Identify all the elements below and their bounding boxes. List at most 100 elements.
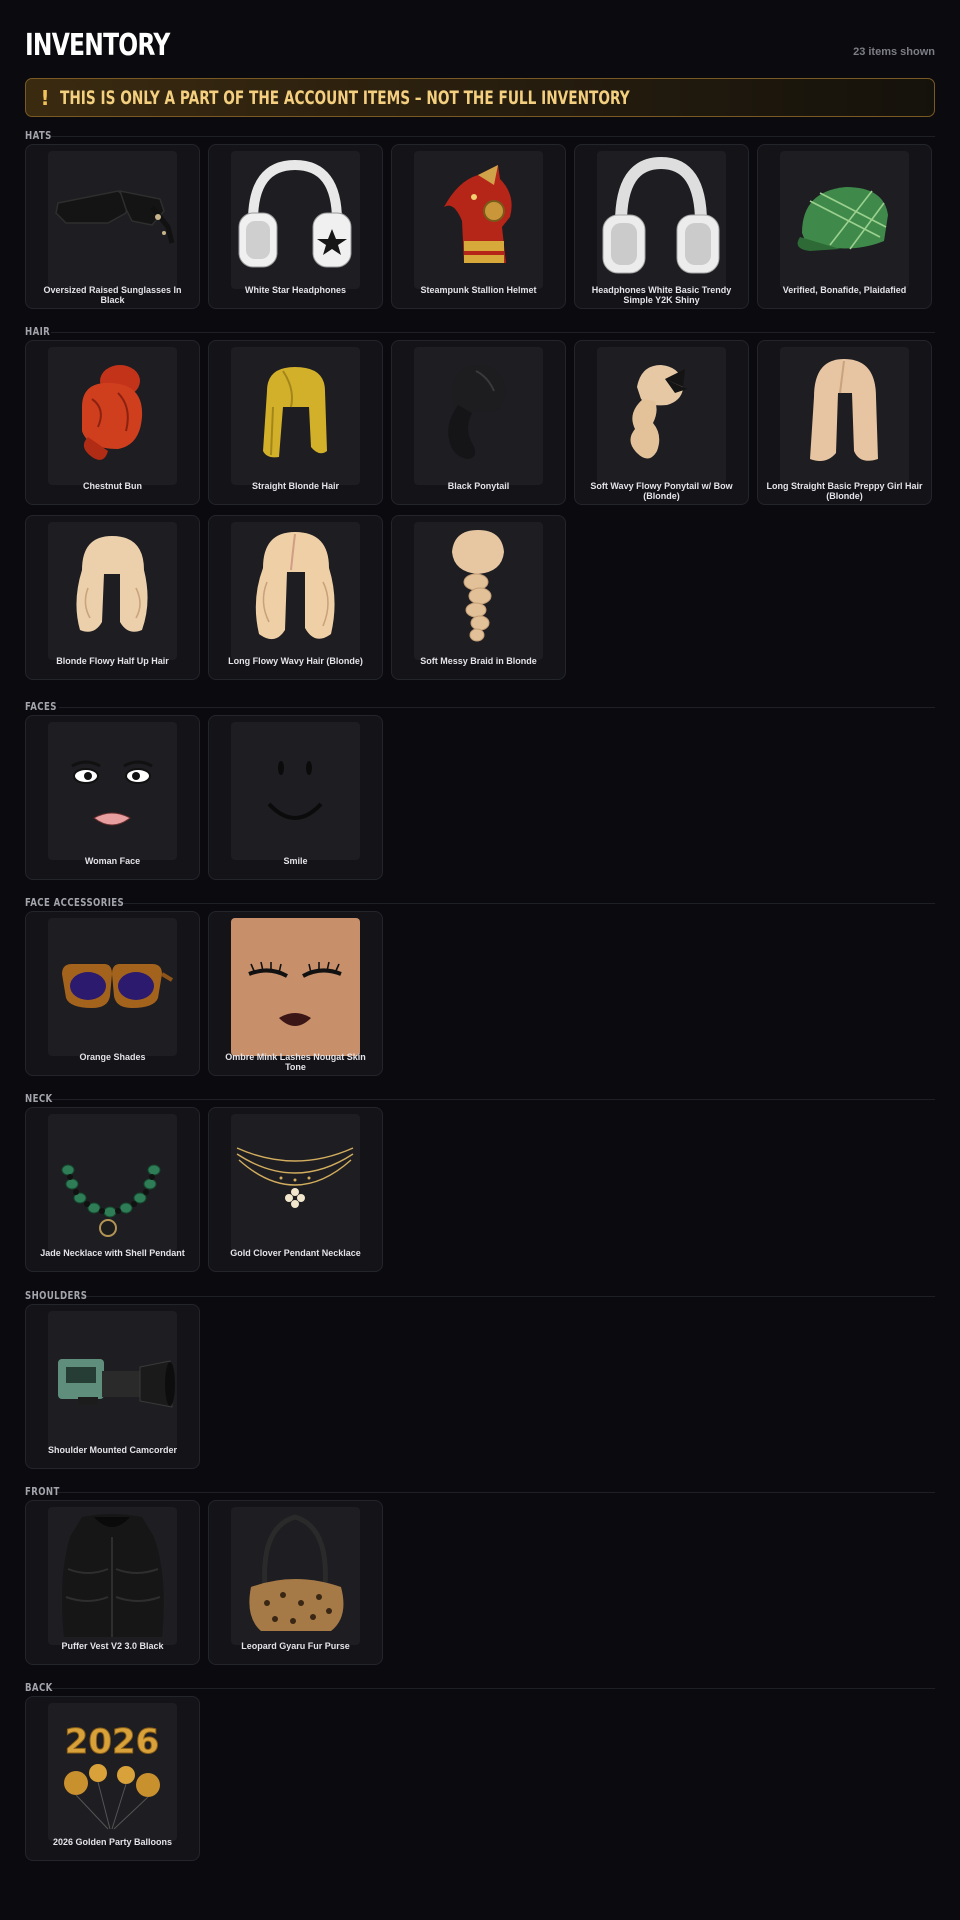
item-name: Soft Wavy Flowy Ponytail w/ Bow (Blonde) xyxy=(590,481,733,501)
item-name: 2026 Golden Party Balloons xyxy=(52,1837,173,1847)
section-divider xyxy=(25,1296,935,1297)
item-name: White Star Headphones xyxy=(244,285,346,295)
item-name: Chestnut Bun xyxy=(83,481,142,491)
item-name: Long Flowy Wavy Hair (Blonde) xyxy=(228,656,363,666)
section-divider xyxy=(25,136,935,137)
page-header: INVENTORY 23 items shown xyxy=(25,0,935,74)
section-title: SHOULDERS xyxy=(25,1289,88,1302)
half-up-hair-icon xyxy=(48,522,177,660)
item-name: Jade Necklace with Shell Pendant xyxy=(40,1248,185,1258)
wavy-hair-icon xyxy=(231,522,360,660)
plaid-cap-icon xyxy=(780,151,909,289)
sunglasses-icon xyxy=(48,151,177,289)
section-header: FRONT xyxy=(25,1484,935,1500)
ponytail-icon xyxy=(414,347,543,485)
item-name: Gold Clover Pendant Necklace xyxy=(230,1248,361,1258)
item-name: Puffer Vest V2 3.0 Black xyxy=(61,1641,164,1651)
section-hats: HATS Oversized Raised Sunglasses In Black… xyxy=(25,128,935,309)
item-card[interactable]: Straight Blonde Hair xyxy=(208,340,383,505)
item-card[interactable]: Blonde Flowy Half Up Hair xyxy=(25,515,200,680)
item-card[interactable]: Woman Face xyxy=(25,715,200,880)
section-title: HAIR xyxy=(25,325,51,338)
warning-banner: ! THIS IS ONLY A PART OF THE ACCOUNT ITE… xyxy=(25,78,935,117)
warning-text: THIS IS ONLY A PART OF THE ACCOUNT ITEMS… xyxy=(60,86,630,109)
item-card[interactable]: Black Ponytail xyxy=(391,340,566,505)
item-card[interactable]: Soft Messy Braid in Blonde xyxy=(391,515,566,680)
section-divider xyxy=(25,1099,935,1100)
section-divider xyxy=(25,332,935,333)
item-name: Steampunk Stallion Helmet xyxy=(420,285,537,295)
item-card[interactable]: Smile xyxy=(208,715,383,880)
item-card[interactable]: Steampunk Stallion Helmet xyxy=(391,144,566,309)
clover-necklace-icon xyxy=(231,1114,360,1252)
bun-hair-icon xyxy=(48,347,177,485)
svg-text:2026: 2026 xyxy=(65,1722,160,1762)
item-card[interactable]: Headphones White Basic Trendy Simple Y2K… xyxy=(574,144,749,309)
section-back: BACK 2026 2026 Golden Party Balloons xyxy=(25,1680,935,1861)
smile-face-icon xyxy=(231,722,360,860)
page-title: INVENTORY xyxy=(25,28,170,63)
section-header: FACES xyxy=(25,699,935,715)
item-card[interactable]: Oversized Raised Sunglasses In Black xyxy=(25,144,200,309)
section-face-accessories: FACE ACCESSORIES Orange Shades Ombre Mink … xyxy=(25,895,935,1076)
item-card[interactable]: Chestnut Bun xyxy=(25,340,200,505)
item-card[interactable]: 2026 2026 Golden Party Balloons xyxy=(25,1696,200,1861)
section-header: BACK xyxy=(25,1680,935,1696)
item-name: Blonde Flowy Half Up Hair xyxy=(56,656,169,666)
balloons-icon: 2026 xyxy=(48,1703,177,1841)
item-card[interactable]: Gold Clover Pendant Necklace xyxy=(208,1107,383,1272)
item-name: Long Straight Basic Preppy Girl Hair (Bl… xyxy=(766,481,923,501)
section-header: FACE ACCESSORIES xyxy=(25,895,935,911)
straight-hair-icon xyxy=(231,347,360,485)
item-name: Soft Messy Braid in Blonde xyxy=(420,656,537,666)
leopard-purse-icon xyxy=(231,1507,360,1645)
section-divider xyxy=(25,1492,935,1493)
headphones-icon xyxy=(597,151,726,289)
items-count: 23 items shown xyxy=(853,46,935,58)
section-hair: HAIR Chestnut Bun Straight Blonde Hair Blac… xyxy=(25,324,935,680)
jade-necklace-icon xyxy=(48,1114,177,1252)
item-name: Shoulder Mounted Camcorder xyxy=(47,1445,177,1455)
section-header: NECK xyxy=(25,1091,935,1107)
camcorder-icon xyxy=(48,1311,177,1449)
item-card[interactable]: Leopard Gyaru Fur Purse xyxy=(208,1500,383,1665)
section-front: FRONT Puffer Vest V2 3.0 Black Leopard Gya… xyxy=(25,1484,935,1665)
section-divider xyxy=(25,1688,935,1689)
item-card[interactable]: Ombre Mink Lashes Nougat Skin Tone xyxy=(208,911,383,1076)
woman-face-icon xyxy=(48,722,177,860)
item-card[interactable]: Long Straight Basic Preppy Girl Hair (Bl… xyxy=(757,340,932,505)
section-header: HATS xyxy=(25,128,935,144)
puffer-vest-icon xyxy=(48,1507,177,1645)
orange-shades-icon xyxy=(48,918,177,1056)
section-title: FACE ACCESSORIES xyxy=(25,896,125,909)
item-name: Black Ponytail xyxy=(447,481,510,491)
item-name: Straight Blonde Hair xyxy=(251,481,339,491)
item-name: Orange Shades xyxy=(79,1052,146,1062)
item-card[interactable]: Jade Necklace with Shell Pendant xyxy=(25,1107,200,1272)
exclamation-icon: ! xyxy=(40,85,50,110)
section-title: BACK xyxy=(25,1681,53,1694)
item-card[interactable]: Puffer Vest V2 3.0 Black xyxy=(25,1500,200,1665)
item-name: Ombre Mink Lashes Nougat Skin Tone xyxy=(225,1052,366,1072)
long-hair-icon xyxy=(780,347,909,485)
item-card[interactable]: Orange Shades xyxy=(25,911,200,1076)
item-name: Oversized Raised Sunglasses In Black xyxy=(43,285,182,305)
item-name: Leopard Gyaru Fur Purse xyxy=(241,1641,350,1651)
headphones-star-icon xyxy=(231,151,360,289)
section-neck: NECK Jade Necklace with Shell Pendant Gold… xyxy=(25,1091,935,1272)
item-card[interactable]: Soft Wavy Flowy Ponytail w/ Bow (Blonde) xyxy=(574,340,749,505)
horse-helmet-icon xyxy=(414,151,543,289)
item-card[interactable]: White Star Headphones xyxy=(208,144,383,309)
section-title: FACES xyxy=(25,700,57,713)
item-card[interactable]: Long Flowy Wavy Hair (Blonde) xyxy=(208,515,383,680)
item-card[interactable]: Shoulder Mounted Camcorder xyxy=(25,1304,200,1469)
item-name: Headphones White Basic Trendy Simple Y2K… xyxy=(591,285,732,305)
item-name: Smile xyxy=(283,856,308,866)
section-shoulders: SHOULDERS Shoulder Mounted Camcorder xyxy=(25,1288,935,1469)
section-title: NECK xyxy=(25,1092,53,1105)
section-divider xyxy=(25,903,935,904)
item-card[interactable]: Verified, Bonafide, Plaidafied xyxy=(757,144,932,309)
item-name: Verified, Bonafide, Plaidafied xyxy=(782,285,907,295)
bow-ponytail-icon xyxy=(597,347,726,485)
section-header: HAIR xyxy=(25,324,935,340)
